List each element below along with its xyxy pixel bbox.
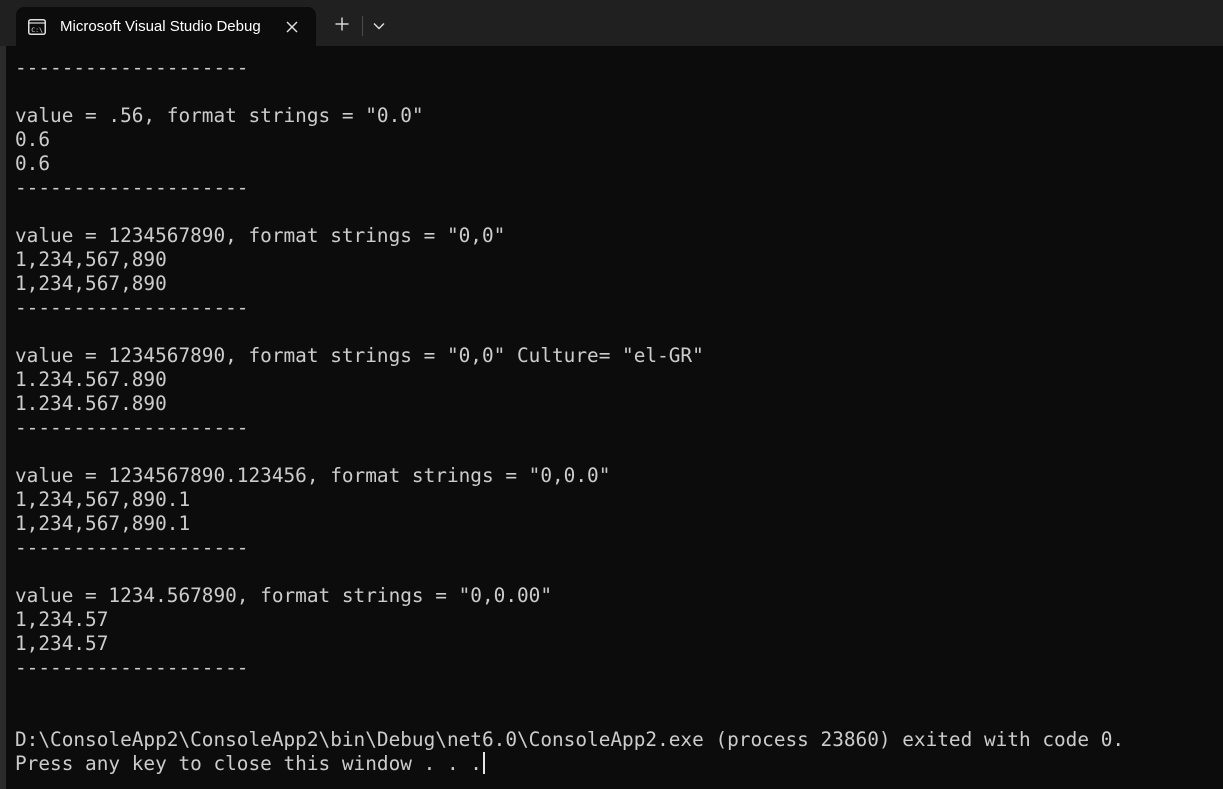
console-line: value = 1234567890, format strings = "0,… [15,224,506,247]
console-line: value = 1234.567890, format strings = "0… [15,584,553,607]
plus-icon [335,17,349,36]
tab-debug-console[interactable]: C:\ Microsoft Visual Studio Debug Consol… [16,7,316,46]
chevron-down-icon [373,17,385,35]
console-line: D:\ConsoleApp2\ConsoleApp2\bin\Debug\net… [15,728,1125,751]
console-line: 1.234.567.890 [15,392,167,415]
console-line: value = 1234567890.123456, format string… [15,464,611,487]
console-line: Press any key to close this window . . . [15,752,482,775]
tab-divider [362,16,363,36]
console-line: 1,234,567,890.1 [15,512,191,535]
console-output: -------------------- value = .56, format… [15,56,1124,776]
console-line: 1,234,567,890 [15,248,167,271]
console-line: -------------------- [15,416,249,439]
new-tab-button[interactable] [326,10,358,42]
console-area[interactable]: -------------------- value = .56, format… [6,46,1223,789]
terminal-window: C:\ Microsoft Visual Studio Debug Consol… [0,0,1223,789]
console-line: 0.6 [15,128,51,151]
console-line: 0.6 [15,152,51,175]
console-line: -------------------- [15,296,249,319]
console-icon: C:\ [27,18,47,35]
tab-dropdown-button[interactable] [366,10,392,42]
console-line: -------------------- [15,656,249,679]
tab-title: Microsoft Visual Studio Debug Console [60,18,265,35]
console-line: -------------------- [15,56,249,79]
close-icon[interactable] [282,17,302,37]
console-line: -------------------- [15,536,249,559]
console-line: -------------------- [15,176,249,199]
console-line: 1,234.57 [15,608,109,631]
svg-text:C:\: C:\ [31,26,43,34]
console-line: 1,234,567,890 [15,272,167,295]
console-line: value = .56, format strings = "0.0" [15,104,424,127]
console-line: 1.234.567.890 [15,368,167,391]
title-bar[interactable]: C:\ Microsoft Visual Studio Debug Consol… [0,0,1223,46]
console-line: 1,234.57 [15,632,109,655]
console-line: value = 1234567890, format strings = "0,… [15,344,704,367]
console-line: 1,234,567,890.1 [15,488,191,511]
scrollbar[interactable] [1215,46,1223,789]
text-cursor [482,752,485,774]
